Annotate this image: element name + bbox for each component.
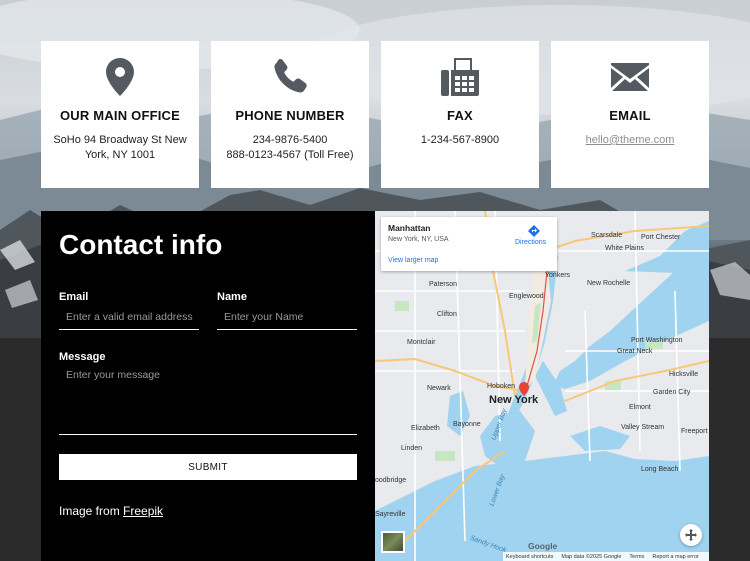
map-label-elizabeth: Elizabeth: [411, 425, 440, 432]
map-label-hicksville: Hicksville: [669, 371, 699, 378]
keyboard-shortcuts-link[interactable]: Keyboard shortcuts: [506, 554, 553, 560]
message-field[interactable]: [59, 369, 357, 435]
phone-title: PHONE NUMBER: [235, 108, 345, 123]
map-label-long-beach: Long Beach: [641, 466, 679, 473]
google-logo: Google: [528, 541, 558, 551]
map-label-port-chester: Port Chester: [641, 234, 681, 241]
map-label-linden: Linden: [401, 445, 423, 452]
map-label-yonkers: Yonkers: [545, 272, 571, 279]
freepik-link[interactable]: Freepik: [123, 504, 163, 518]
fax-icon: [381, 57, 539, 97]
map-label-port-washington: Port Washington: [631, 337, 683, 344]
map-place-card: Manhattan New York, NY, USA View larger …: [381, 217, 557, 271]
fax-card: FAX 1-234-567-8900: [381, 41, 539, 188]
office-card: OUR MAIN OFFICE SoHo 94 Broadway St New …: [41, 41, 199, 188]
map-pin-icon: [41, 57, 199, 97]
map-label-elmont: Elmont: [629, 404, 651, 411]
directions-link[interactable]: Directions: [515, 239, 546, 246]
phone-icon: [211, 57, 369, 97]
map-data-text: Map data ©2025 Google: [561, 553, 622, 560]
office-title: OUR MAIN OFFICE: [60, 108, 180, 123]
phone-card: PHONE NUMBER 234-9876-5400 888-0123-4567…: [211, 41, 369, 188]
envelope-icon: [551, 57, 709, 97]
view-larger-map-link[interactable]: View larger map: [388, 257, 438, 264]
name-label: Name: [217, 291, 247, 303]
email-link[interactable]: hello@theme.com: [559, 133, 701, 148]
image-credit: Image from Freepik: [59, 504, 163, 518]
fullscreen-icon: [685, 529, 697, 541]
map-label-new-rochelle: New Rochelle: [587, 280, 631, 287]
map-label-englewood: Englewood: [509, 293, 544, 300]
credit-prefix: Image from: [59, 504, 120, 518]
map-label-woodbridge: oodbridge: [375, 477, 407, 484]
directions-icon[interactable]: [528, 225, 540, 237]
fax-number: 1-234-567-8900: [420, 134, 500, 146]
map-label-freeport: Freeport: [681, 428, 708, 435]
map-label-paterson: Paterson: [429, 281, 458, 288]
map-label-white-plains: White Plains: [605, 245, 644, 252]
map-label-montclair: Montclair: [407, 339, 436, 346]
fax-title: FAX: [447, 108, 473, 123]
map-label-hoboken: Hoboken: [487, 383, 516, 390]
map-label-garden-city: Garden City: [653, 389, 691, 396]
map-label-new-york: New York: [489, 394, 539, 406]
phone-toll-free[interactable]: 888-0123-4567 (Toll Free): [219, 148, 361, 163]
map-label-great-neck: Great Neck: [617, 348, 653, 355]
email-title: EMAIL: [609, 108, 651, 123]
contact-title: Contact info: [59, 229, 223, 260]
submit-button[interactable]: SUBMIT: [59, 454, 357, 480]
map-place-name: Manhattan: [388, 223, 431, 233]
name-field[interactable]: [217, 304, 357, 330]
email-field[interactable]: [59, 304, 199, 330]
email-card: EMAIL hello@theme.com: [551, 41, 709, 188]
map-label-bayonne: Bayonne: [453, 421, 481, 428]
message-label: Message: [59, 351, 106, 363]
map-footer: Keyboard shortcuts Map data ©2025 Google…: [503, 552, 709, 561]
email-address: hello@theme.com: [559, 133, 701, 148]
map-label-valley-stream: Valley Stream: [621, 424, 665, 431]
contact-form-panel: Contact info Email Name Message SUBMIT I…: [41, 211, 375, 561]
fullscreen-button[interactable]: [680, 524, 702, 546]
terms-link[interactable]: Terms: [629, 554, 644, 560]
email-label: Email: [59, 291, 89, 303]
report-error-link[interactable]: Report a map error: [652, 554, 698, 560]
map-label-scarsdale: Scarsdale: [591, 232, 623, 239]
map-type-toggle[interactable]: [381, 531, 405, 553]
map-place-address: New York, NY, USA: [388, 236, 449, 243]
map-label-newark: Newark: [427, 385, 451, 392]
map-label-sayreville: Sayreville: [375, 511, 406, 518]
phone-numbers: 234-9876-5400 888-0123-4567 (Toll Free): [219, 133, 361, 163]
google-map[interactable]: New York Yonkers Paterson Englewood Clif…: [375, 211, 709, 561]
office-address: SoHo 94 Broadway St New York, NY 1001: [53, 134, 187, 161]
map-label-clifton: Clifton: [437, 311, 457, 318]
phone-main[interactable]: 234-9876-5400: [219, 133, 361, 148]
